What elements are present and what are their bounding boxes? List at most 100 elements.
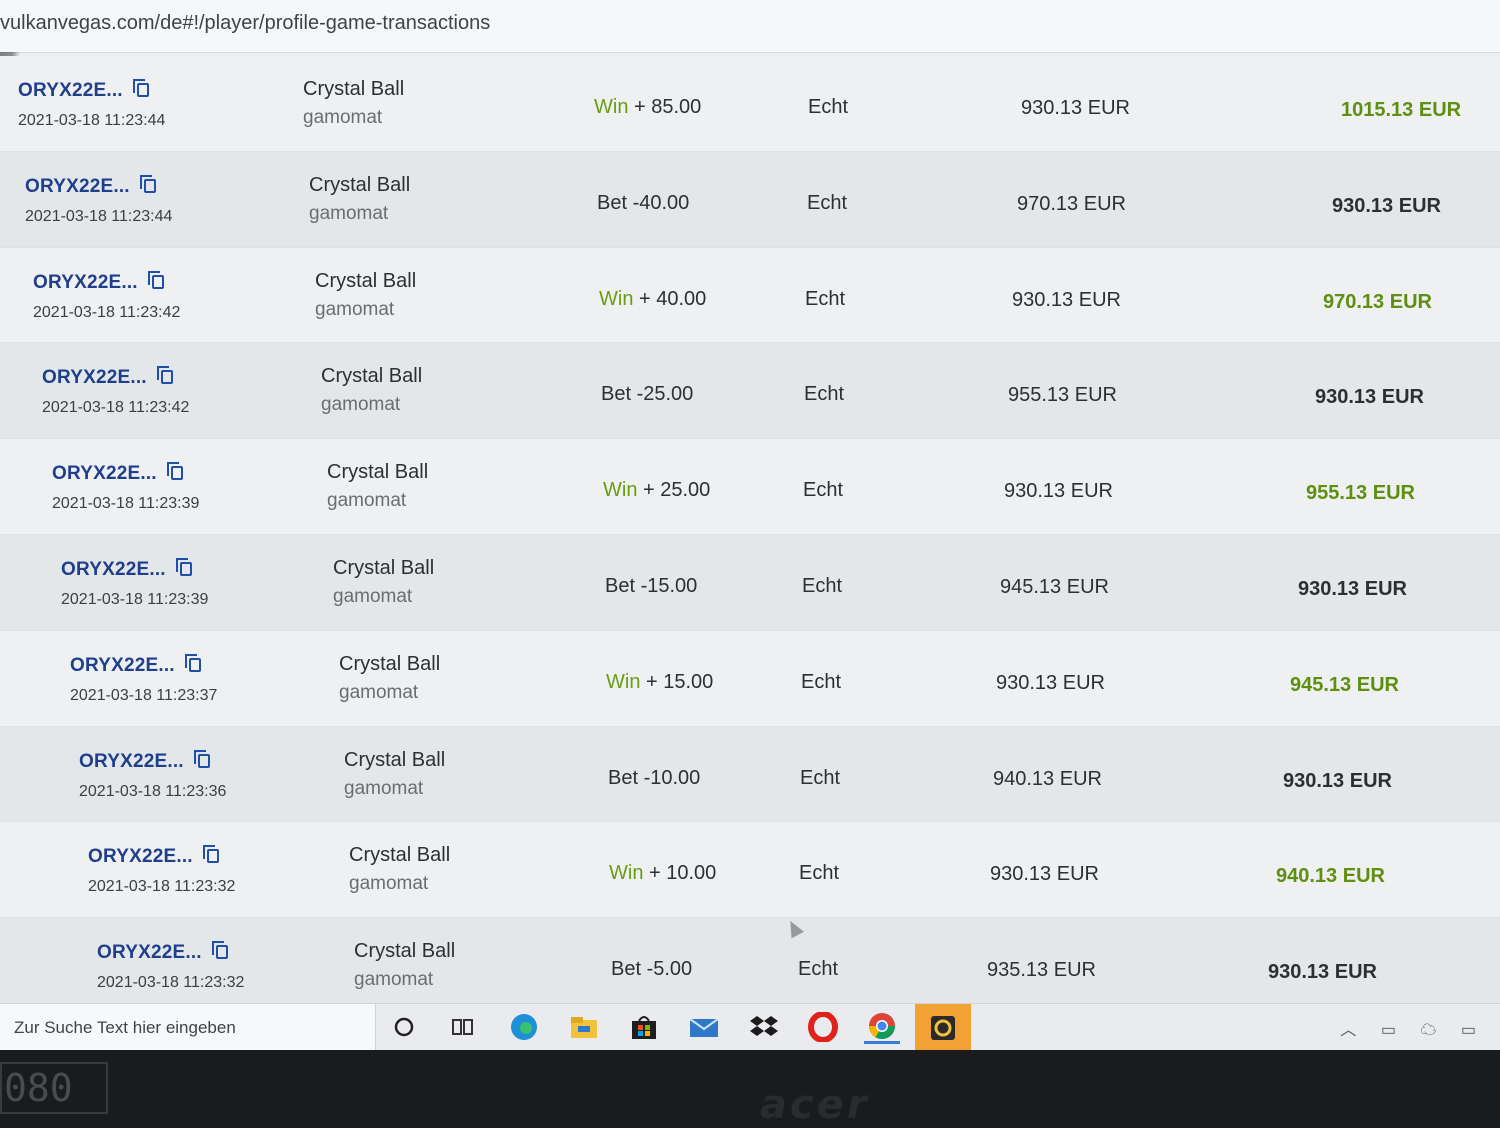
taskbar-search-box[interactable]: Zur Suche Text hier eingeben — [0, 1004, 376, 1050]
mode-cell: Echt — [808, 96, 849, 118]
mode-cell: Echt — [801, 670, 842, 693]
transaction-amount: -25.00 — [636, 383, 694, 406]
balance-after: 970.13 EUR — [1323, 290, 1432, 313]
app-icon[interactable] — [915, 1004, 971, 1050]
table-row: ORYX22E... 2021-03-18 11:23:32 Crystal B… — [0, 822, 1500, 919]
game-provider: gamomat — [303, 107, 383, 128]
edge-icon[interactable] — [506, 1010, 542, 1044]
copy-icon[interactable] — [211, 941, 228, 960]
transaction-id-cell: ORYX22E... 2021-03-18 11:23:32 — [97, 941, 245, 992]
transaction-id-link[interactable]: ORYX22E... — [33, 272, 138, 293]
transaction-id-cell: ORYX22E... 2021-03-18 11:23:32 — [88, 845, 236, 896]
transaction-kind: Bet — [597, 191, 628, 214]
mode-cell: Echt — [800, 766, 841, 789]
table-row: ORYX22E... 2021-03-18 11:23:44 Crystal B… — [0, 151, 1500, 248]
balance-after: 1015.13 EUR — [1341, 99, 1462, 121]
game-name: Crystal Ball — [339, 652, 441, 675]
transaction-id-link[interactable]: ORYX22E... — [97, 942, 202, 963]
copy-icon[interactable] — [156, 366, 173, 385]
balance-before: 930.13 EUR — [1021, 97, 1130, 119]
transaction-id-link[interactable]: ORYX22E... — [42, 367, 147, 388]
transaction-kind: Win — [609, 862, 644, 885]
game-cell: Crystal Ball gamomat — [321, 365, 422, 416]
game-cell: Crystal Ball gamomat — [333, 557, 434, 608]
url-text[interactable]: vulkanvegas.com/de#!/player/profile-game… — [0, 12, 490, 35]
transaction-timestamp: 2021-03-18 11:23:32 — [88, 878, 236, 896]
transaction-kind: Win — [594, 96, 629, 118]
copy-icon[interactable] — [166, 462, 183, 481]
cortana-icon[interactable] — [386, 1010, 422, 1044]
transaction-id-cell: ORYX22E... 2021-03-18 11:23:44 — [25, 174, 172, 226]
game-provider: gamomat — [344, 777, 424, 799]
system-tray-icons[interactable]: ︿ ▭ ☁ ▭ — [1340, 1016, 1486, 1040]
game-name: Crystal Ball — [309, 173, 411, 196]
transaction-amount: -10.00 — [643, 766, 701, 789]
game-provider: gamomat — [321, 394, 401, 416]
dropbox-icon[interactable] — [746, 1010, 782, 1044]
transaction-id-link[interactable]: ORYX22E... — [70, 655, 175, 676]
transaction-id-cell: ORYX22E... 2021-03-18 11:23:36 — [79, 749, 227, 801]
amount-cell: Bet -40.00 — [597, 192, 689, 215]
transaction-timestamp: 2021-03-18 11:23:36 — [79, 782, 227, 800]
mode-cell: Echt — [805, 287, 846, 310]
opera-icon[interactable] — [805, 1010, 841, 1044]
chrome-icon[interactable] — [864, 1010, 900, 1044]
copy-icon[interactable] — [175, 557, 192, 576]
table-row: ORYX22E... 2021-03-18 11:23:36 Crystal B… — [0, 726, 1500, 823]
transaction-kind: Bet — [611, 958, 642, 981]
copy-icon[interactable] — [184, 653, 201, 672]
game-provider: gamomat — [333, 585, 413, 607]
screen: vulkanvegas.com/de#!/player/profile-game… — [0, 0, 1500, 1050]
table-row: ORYX22E... 2021-03-18 11:23:37 Crystal B… — [0, 630, 1500, 727]
bezel-counter: 080 — [0, 1062, 108, 1114]
copy-icon[interactable] — [202, 845, 219, 864]
transaction-id-link[interactable]: ORYX22E... — [88, 846, 193, 867]
amount-cell: Win + 85.00 — [594, 96, 701, 119]
balance-after: 930.13 EUR — [1283, 769, 1392, 792]
copy-icon[interactable] — [139, 174, 156, 193]
balance-after: 955.13 EUR — [1306, 482, 1415, 505]
transaction-id-cell: ORYX22E... 2021-03-18 11:23:42 — [42, 366, 190, 417]
game-cell: Crystal Ball gamomat — [344, 749, 445, 800]
amount-cell: Bet -5.00 — [611, 958, 692, 981]
mode-cell: Echt — [807, 191, 848, 214]
transaction-id-link[interactable]: ORYX22E... — [61, 559, 166, 580]
game-name: Crystal Ball — [327, 461, 429, 484]
store-icon[interactable] — [626, 1010, 662, 1044]
transaction-id-link[interactable]: ORYX22E... — [79, 751, 184, 772]
mode-cell: Echt — [804, 383, 845, 406]
table-row: ORYX22E... 2021-03-18 11:23:44 Crystal B… — [0, 56, 1500, 152]
taskbar: Zur Suche Text hier eingeben ︿ ▭ ☁ ▭ — [0, 1003, 1500, 1050]
balance-before: 930.13 EUR — [990, 863, 1099, 886]
transaction-kind: Win — [603, 479, 638, 502]
transaction-amount: + 10.00 — [649, 862, 717, 885]
game-cell: Crystal Ball gamomat — [354, 940, 455, 991]
mail-icon[interactable] — [686, 1010, 722, 1044]
transaction-timestamp: 2021-03-18 11:23:42 — [33, 303, 181, 321]
transaction-amount: -15.00 — [640, 574, 698, 597]
transaction-amount: + 85.00 — [634, 96, 702, 118]
game-provider: gamomat — [349, 873, 429, 895]
transaction-id-link[interactable]: ORYX22E... — [18, 80, 123, 101]
balance-before: 970.13 EUR — [1017, 192, 1126, 215]
game-provider: gamomat — [315, 298, 395, 320]
game-name: Crystal Ball — [321, 365, 423, 388]
amount-cell: Win + 15.00 — [606, 671, 713, 694]
transaction-id-cell: ORYX22E... 2021-03-18 11:23:39 — [61, 557, 208, 609]
amount-cell: Bet -25.00 — [601, 383, 693, 406]
copy-icon[interactable] — [132, 79, 149, 97]
address-bar[interactable]: vulkanvegas.com/de#!/player/profile-game… — [0, 0, 1500, 53]
copy-icon[interactable] — [147, 270, 164, 289]
balance-after: 930.13 EUR — [1268, 961, 1377, 984]
task-view-icon[interactable] — [445, 1010, 481, 1044]
transaction-timestamp: 2021-03-18 11:23:32 — [97, 974, 245, 992]
file-explorer-icon[interactable] — [566, 1010, 602, 1044]
amount-cell: Bet -15.00 — [605, 575, 697, 598]
transaction-timestamp: 2021-03-18 11:23:37 — [70, 686, 218, 704]
copy-icon[interactable] — [193, 749, 210, 768]
transaction-timestamp: 2021-03-18 11:23:42 — [42, 399, 190, 417]
taskbar-search-placeholder[interactable]: Zur Suche Text hier eingeben — [14, 1018, 236, 1038]
transaction-kind: Win — [606, 670, 641, 693]
transaction-id-link[interactable]: ORYX22E... — [52, 463, 157, 484]
transaction-id-link[interactable]: ORYX22E... — [25, 176, 130, 197]
